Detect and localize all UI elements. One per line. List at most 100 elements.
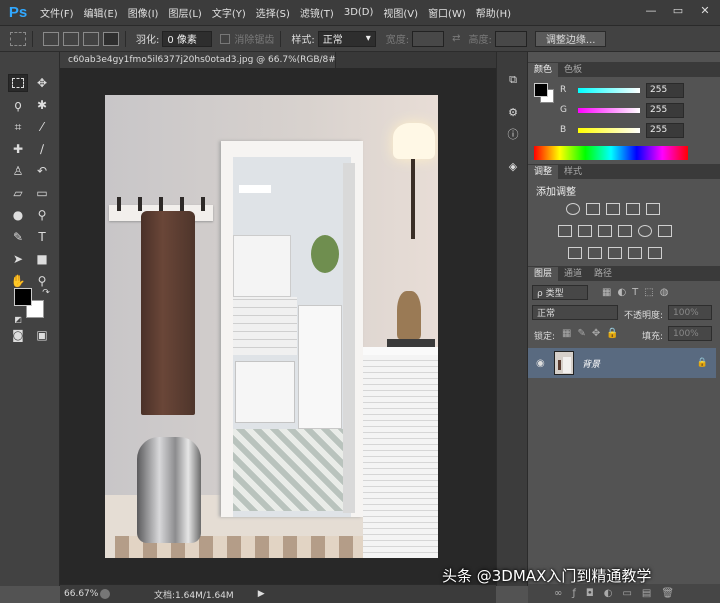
history-brush-tool-icon[interactable]: ↶ [32, 162, 52, 180]
magic-wand-tool-icon[interactable]: ✱ [32, 96, 52, 114]
style-select[interactable]: 正常 ▾ [317, 30, 376, 47]
brush-tool-icon[interactable]: ∕ [32, 140, 52, 158]
style-label: 样式: [291, 35, 315, 46]
tab-styles[interactable]: 样式 [558, 165, 588, 179]
red-value-input[interactable]: 255 [646, 82, 684, 98]
color-panel-foreground-swatch[interactable] [534, 83, 548, 97]
refine-edge-button[interactable]: 调整边缘... [534, 30, 607, 47]
pen-tool-icon[interactable]: ✎ [8, 228, 28, 246]
fill-input[interactable]: 100% [668, 326, 712, 341]
layer-name[interactable]: 背景 [582, 357, 600, 370]
opacity-input[interactable]: 100% [668, 305, 712, 320]
levels-icon[interactable] [586, 203, 600, 215]
close-window-button[interactable]: ✕ [694, 2, 716, 18]
feather-input[interactable]: 0 像素 [162, 30, 213, 47]
layer-row-background[interactable]: ◉ 背景 🔒 [528, 348, 716, 378]
eye-visibility-icon[interactable]: ◉ [536, 358, 545, 369]
tab-adjustments[interactable]: 调整 [528, 165, 559, 179]
layer-kind-filter[interactable]: ρ 类型 [532, 285, 588, 300]
dodge-tool-icon[interactable]: ⚲ [32, 206, 52, 224]
status-menu-arrow-icon[interactable]: ▶ [258, 589, 265, 599]
rectangle-shape-tool-icon[interactable]: ■ [32, 250, 52, 268]
quick-mask-icon[interactable]: ◙ [8, 326, 28, 344]
clone-stamp-tool-icon[interactable]: ♙ [8, 162, 28, 180]
channel-mixer-icon[interactable] [638, 225, 652, 237]
layer-filter-icons[interactable]: ▦◐T⬚◍ [602, 287, 674, 298]
lock-icons[interactable]: ▦✎✥🔒 [562, 328, 625, 339]
antialias-checkbox[interactable] [220, 33, 231, 44]
tab-paths[interactable]: 路径 [588, 267, 618, 281]
healing-brush-tool-icon[interactable]: ✚ [8, 140, 28, 158]
new-selection-icon[interactable] [43, 31, 59, 46]
color-lookup-icon[interactable] [658, 225, 672, 237]
height-input[interactable] [494, 30, 527, 47]
vibrance-icon[interactable] [646, 203, 660, 215]
menu-filter[interactable]: 滤镜(T) [300, 5, 334, 20]
brightness-contrast-icon[interactable] [566, 203, 580, 215]
invert-icon[interactable] [568, 247, 582, 259]
threshold-icon[interactable] [608, 247, 622, 259]
exposure-icon[interactable] [626, 203, 640, 215]
gradient-tool-icon[interactable]: ▭ [32, 184, 52, 202]
blend-mode-select[interactable]: 正常 [532, 305, 618, 320]
tab-layers[interactable]: 图层 [528, 267, 559, 281]
lasso-tool-icon[interactable]: ϙ [8, 96, 28, 114]
subtract-selection-icon[interactable] [83, 31, 99, 46]
menu-view[interactable]: 视图(V) [383, 5, 418, 20]
status-info-icon[interactable] [100, 589, 110, 599]
crop-tool-icon[interactable]: ⌗ [8, 118, 28, 136]
green-value-input[interactable]: 255 [646, 102, 684, 118]
foreground-color-swatch[interactable] [14, 288, 32, 306]
blue-slider[interactable] [578, 127, 640, 133]
black-white-icon[interactable] [598, 225, 612, 237]
tab-swatches[interactable]: 色板 [558, 63, 588, 77]
minimize-button[interactable]: — [640, 2, 662, 18]
color-balance-icon[interactable] [578, 225, 592, 237]
swap-colors-icon[interactable]: ↷ [36, 284, 56, 302]
selective-color-icon[interactable] [628, 247, 642, 259]
menu-file[interactable]: 文件(F) [40, 5, 74, 20]
path-selection-tool-icon[interactable]: ➤ [8, 250, 28, 268]
menu-image[interactable]: 图像(I) [128, 5, 159, 20]
canvas-area[interactable] [60, 68, 496, 584]
hue-saturation-icon[interactable] [558, 225, 572, 237]
menu-layer[interactable]: 图层(L) [168, 5, 201, 20]
info-panel-icon[interactable]: ⓘ [505, 126, 521, 142]
menu-3d[interactable]: 3D(D) [344, 7, 374, 18]
gradient-map-icon[interactable] [648, 247, 662, 259]
blue-value-input[interactable]: 255 [646, 122, 684, 138]
intersect-selection-icon[interactable] [103, 31, 119, 46]
menu-window[interactable]: 窗口(W) [428, 5, 466, 20]
eraser-tool-icon[interactable]: ▱ [8, 184, 28, 202]
menu-select[interactable]: 选择(S) [256, 5, 290, 20]
properties-panel-icon[interactable]: ⚙ [505, 104, 521, 120]
add-to-selection-icon[interactable] [63, 31, 79, 46]
maximize-button[interactable]: ▭ [667, 2, 689, 18]
menu-edit[interactable]: 编辑(E) [84, 5, 118, 20]
curves-icon[interactable] [606, 203, 620, 215]
3d-panel-icon[interactable]: ◈ [505, 158, 521, 174]
photo-filter-icon[interactable] [618, 225, 632, 237]
layers-footer-icons[interactable]: ∞ƒ◘◐▭▤🗑 [528, 584, 720, 603]
zoom-level[interactable]: 66.67% [64, 589, 100, 599]
menu-help[interactable]: 帮助(H) [476, 5, 511, 20]
eyedropper-tool-icon[interactable]: ⁄ [32, 118, 52, 136]
type-tool-icon[interactable]: T [32, 228, 52, 246]
screen-mode-icon[interactable]: ▣ [32, 326, 52, 344]
green-slider[interactable] [578, 107, 640, 113]
document-image[interactable] [105, 95, 438, 558]
width-input[interactable] [412, 30, 445, 47]
posterize-icon[interactable] [588, 247, 602, 259]
menu-type[interactable]: 文字(Y) [212, 5, 246, 20]
color-spectrum-ramp[interactable] [534, 146, 688, 160]
red-slider[interactable] [578, 87, 640, 93]
move-tool-icon[interactable]: ✥ [32, 74, 52, 92]
rect-marquee-tool-icon[interactable] [8, 74, 28, 92]
rect-marquee-preset-icon[interactable] [10, 31, 26, 46]
document-tab[interactable]: c60ab3e4gy1fmo5il6377j20hs0otad3.jpg @ 6… [60, 52, 353, 68]
blur-tool-icon[interactable]: ● [8, 206, 28, 224]
tab-channels[interactable]: 通道 [558, 267, 588, 281]
tab-color[interactable]: 颜色 [528, 63, 559, 77]
history-panel-icon[interactable]: ⧉ [505, 72, 521, 88]
swap-dimensions-icon[interactable]: ⇄ [452, 33, 460, 44]
